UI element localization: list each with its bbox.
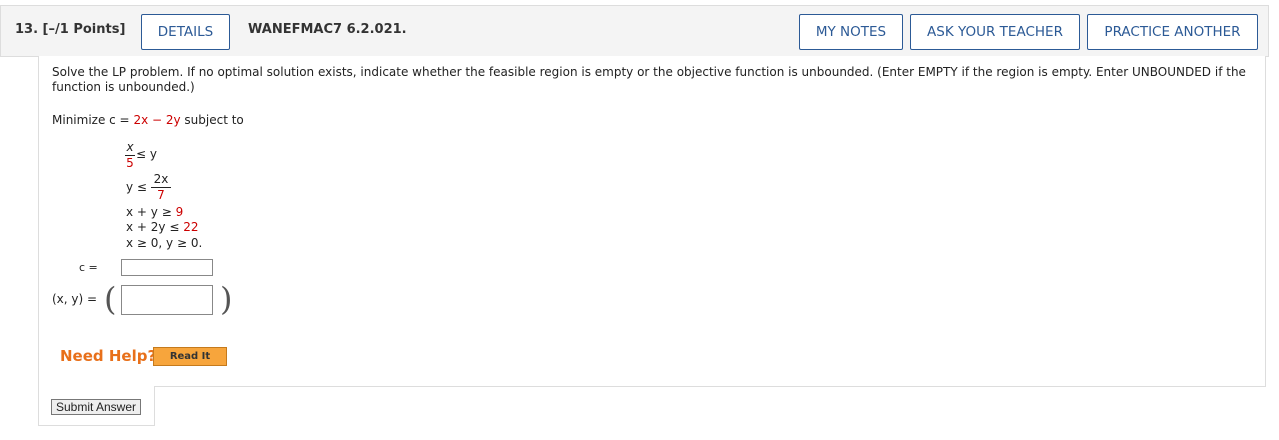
left-paren: ( [104,280,117,318]
question-body [38,56,1266,387]
constraint-4-rhs: 22 [183,220,199,234]
practice-another-button[interactable]: PRACTICE ANOTHER [1087,14,1258,50]
constraint-4: x + 2y ≤ 22 [126,220,199,235]
assignment-id: WANEFMAC7 6.2.021. [248,22,407,37]
read-it-button[interactable]: Read It [153,347,227,366]
submit-answer-button[interactable]: Submit Answer [51,399,141,415]
instructions-line-2: function is unbounded.) [52,80,195,94]
need-help-label: Need Help? [60,347,157,365]
c-answer-label: c = [79,261,98,274]
constraint-5-nonnegativity: x ≥ 0, y ≥ 0. [126,236,203,250]
xy-answer-input[interactable] [121,285,213,315]
constraint-3-rhs: 9 [175,205,184,219]
right-paren: ) [220,280,233,318]
instructions: Solve the LP problem. If no optimal solu… [52,65,1252,95]
constraint-4-lhs: x + 2y ≤ [126,220,184,234]
instructions-line-1: Solve the LP problem. If no optimal solu… [52,65,1246,79]
objective-expression: 2x − 2y [133,113,181,127]
constraint-2-denominator: 7 [157,188,165,202]
constraint-2-fraction: 2x 7 [151,173,171,202]
constraint-1-denominator: 5 [126,156,134,170]
question-number: 13. [–/1 Points] [15,22,126,37]
ask-your-teacher-button[interactable]: ASK YOUR TEACHER [910,14,1080,50]
constraint-1-relation: ≤ y [136,147,157,161]
objective-suffix: subject to [180,113,244,127]
constraint-3: x + y ≥ 9 [126,205,183,220]
constraint-3-lhs: x + y ≥ [126,205,176,219]
objective-prefix: Minimize c = [52,113,134,127]
question-header: 13. [–/1 Points] DETAILS WANEFMAC7 6.2.0… [0,5,1269,57]
constraint-1-fraction: x 5 [125,141,135,170]
my-notes-button[interactable]: MY NOTES [799,14,903,50]
constraint-2-lhs: y ≤ [126,180,147,194]
objective-statement: Minimize c = 2x − 2y subject to [52,113,244,128]
constraint-2-numerator: 2x [153,172,169,186]
constraint-1-numerator: x [126,140,134,154]
xy-answer-label: (x, y) = [52,292,98,306]
details-button[interactable]: DETAILS [141,14,230,50]
c-answer-input[interactable] [121,259,213,276]
